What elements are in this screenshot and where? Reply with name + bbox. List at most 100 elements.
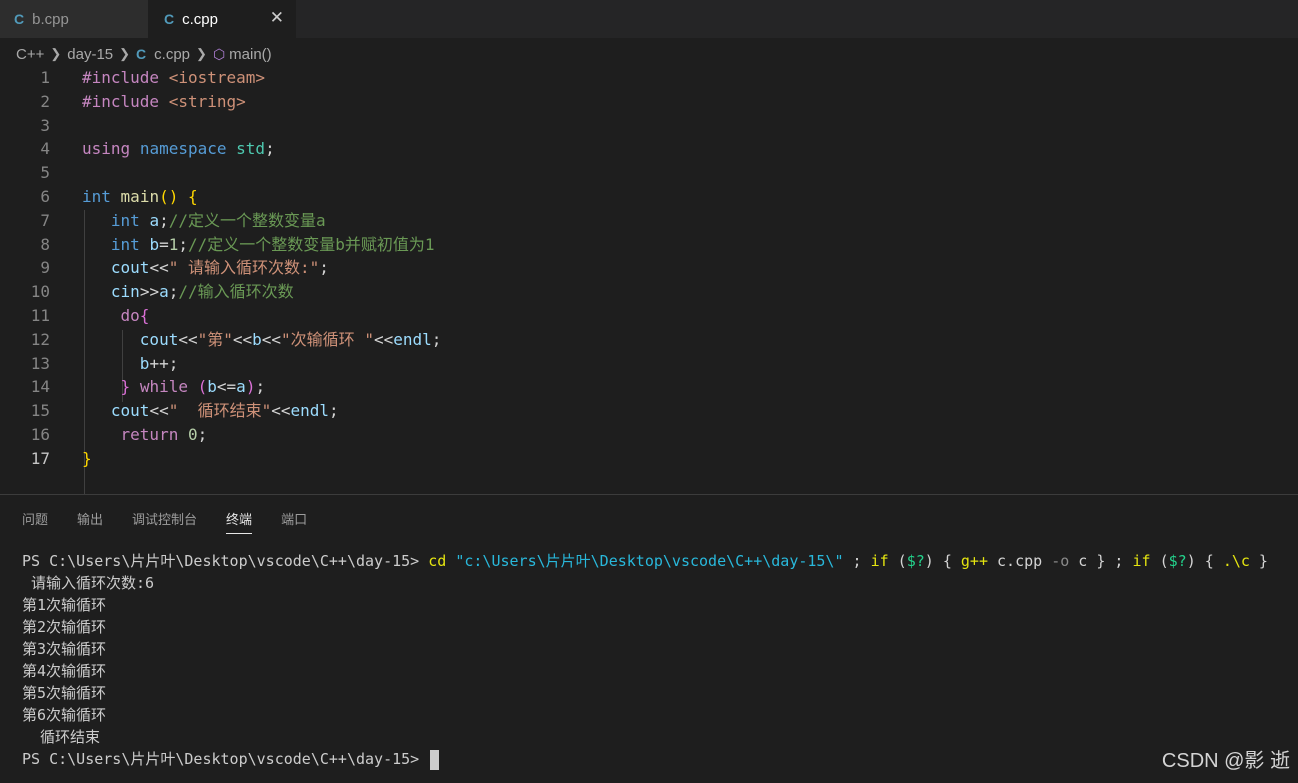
code-token: #include bbox=[82, 91, 160, 111]
command-token: .\c bbox=[1222, 552, 1250, 570]
line-number: 13 bbox=[30, 353, 50, 373]
code-token: ++; bbox=[149, 353, 179, 373]
code-editor[interactable]: 1 #include <iostream> 2 #include <string> 3 4… bbox=[0, 66, 1298, 538]
breadcrumb-symbol[interactable]: main() bbox=[229, 46, 272, 63]
code-token: cout bbox=[110, 401, 150, 421]
terminal[interactable]: PS C:\Users\片片叶\Desktop\vscode\C++\day-1… bbox=[22, 550, 1268, 770]
tab-c-cpp[interactable]: C c.cpp ✕ bbox=[148, 0, 296, 38]
code-token: 1 bbox=[168, 234, 179, 254]
code-token: endl bbox=[393, 329, 432, 349]
code-token: ; bbox=[168, 282, 179, 302]
panel-tab[interactable]: 端口 bbox=[281, 509, 307, 534]
code-token: namespace bbox=[139, 139, 227, 159]
code-text: int b=1;//定义一个整数变量b并赋初值为1 bbox=[82, 233, 435, 257]
line-number: 2 bbox=[40, 91, 50, 111]
code-token: ; bbox=[197, 425, 208, 444]
code-line: 1 #include <iostream> bbox=[0, 66, 1298, 90]
breadcrumb: C++ ❯ day-15 ❯ C c.cpp ❯ ⬡ main() bbox=[16, 43, 272, 65]
panel-tab[interactable]: 输出 bbox=[77, 509, 103, 534]
terminal-prompt: PS C:\Users\片片叶\Desktop\vscode\C++\day-1… bbox=[22, 552, 420, 570]
breadcrumb-language[interactable]: C++ bbox=[16, 46, 44, 63]
bottom-panel: 问题 输出 调试控制台 终端 端口 PS C:\Users\片片叶\Desktop\vs… bbox=[0, 494, 1298, 783]
code-token: } bbox=[82, 448, 92, 468]
close-icon[interactable]: ✕ bbox=[270, 9, 284, 27]
code-token: int bbox=[110, 210, 140, 230]
code-token: ; bbox=[255, 377, 266, 397]
code-line: 7 int a;//定义一个整数变量a bbox=[0, 209, 1298, 233]
code-text: cout<<" 循环结束"<<endl; bbox=[82, 399, 339, 423]
code-token: "次输循环 " bbox=[281, 329, 374, 349]
code-token: b bbox=[139, 353, 150, 373]
breadcrumb-file[interactable]: c.cpp bbox=[154, 46, 190, 63]
line-number: 8 bbox=[40, 234, 50, 254]
panel-tab[interactable]: 调试控制台 bbox=[132, 509, 197, 534]
tab-b-cpp[interactable]: C b.cpp bbox=[0, 0, 148, 38]
terminal-cursor bbox=[430, 749, 440, 770]
code-text: using namespace std; bbox=[82, 137, 275, 161]
code-token: " 循环结束" bbox=[168, 401, 272, 421]
code-token: >> bbox=[139, 282, 160, 302]
code-line: 6 int main() { bbox=[0, 185, 1298, 209]
code-token: <string> bbox=[168, 91, 246, 111]
code-token: endl bbox=[290, 401, 330, 421]
code-token: << bbox=[261, 329, 282, 349]
code-token: using bbox=[82, 139, 131, 159]
command-token: if bbox=[1132, 552, 1151, 570]
line-number: 15 bbox=[30, 401, 50, 421]
code-token: { bbox=[139, 306, 150, 325]
panel-tab[interactable]: 终端 bbox=[226, 509, 253, 534]
code-token: () bbox=[159, 187, 179, 206]
code-text: #include <string> bbox=[82, 90, 246, 114]
cpp-file-icon: C bbox=[136, 46, 147, 62]
code-token: while bbox=[139, 377, 188, 397]
code-line: 12 cout<<"第"<<b<<"次输循环 "<<endl; bbox=[0, 328, 1298, 352]
code-line: 14 } while (b<=a); bbox=[0, 375, 1298, 399]
code-token: 0 bbox=[187, 425, 198, 444]
code-token: << bbox=[271, 401, 291, 421]
code-text: cin>>a;//输入循环次数 bbox=[82, 280, 294, 304]
code-token: << bbox=[149, 401, 169, 421]
code-token: int bbox=[110, 234, 140, 254]
code-token: cout bbox=[139, 329, 179, 349]
code-token: a bbox=[149, 210, 160, 230]
code-token: ; bbox=[159, 210, 169, 230]
watermark: CSDN @影 逝 bbox=[1161, 750, 1290, 772]
command-token: g++ bbox=[960, 552, 988, 570]
code-line: 13 b++; bbox=[0, 352, 1298, 376]
code-line: 5 bbox=[0, 161, 1298, 185]
code-line: 8 int b=1;//定义一个整数变量b并赋初值为1 bbox=[0, 233, 1298, 257]
command-token: cd bbox=[428, 552, 447, 570]
line-number: 1 bbox=[40, 68, 50, 87]
code-token: b bbox=[149, 234, 160, 254]
code-token: << bbox=[149, 258, 169, 278]
code-text: #include <iostream> bbox=[82, 66, 265, 90]
code-token: //定义一个整数变量b并赋初值为1 bbox=[188, 234, 435, 254]
command-token: "c:\Users\片片叶\Desktop\vscode\C++\day-15\… bbox=[455, 552, 844, 570]
code-text: return 0; bbox=[82, 423, 208, 447]
command-token: ) { bbox=[1186, 552, 1223, 570]
chevron-right-icon: ❯ bbox=[196, 46, 207, 61]
command-token: ) { bbox=[924, 552, 961, 570]
chevron-right-icon: ❯ bbox=[119, 46, 131, 61]
code-token: ; bbox=[178, 234, 189, 254]
code-token: main bbox=[120, 187, 160, 206]
panel-tab[interactable]: 问题 bbox=[22, 509, 48, 534]
command-token: c.cpp bbox=[988, 552, 1052, 570]
code-token: ; bbox=[329, 401, 339, 421]
command-token: if bbox=[870, 552, 889, 570]
code-text: } while (b<=a); bbox=[82, 375, 266, 399]
code-text: cout<<" 请输入循环次数:"; bbox=[82, 256, 329, 280]
command-token: $? bbox=[1168, 552, 1187, 570]
code-text: cout<<"第"<<b<<"次输循环 "<<endl; bbox=[82, 328, 442, 352]
code-token: a bbox=[236, 377, 246, 397]
line-number: 14 bbox=[30, 377, 50, 397]
code-line: 9 cout<<" 请输入循环次数:"; bbox=[0, 256, 1298, 280]
breadcrumb-folder[interactable]: day-15 bbox=[67, 46, 113, 63]
code-line: 3 bbox=[0, 114, 1298, 138]
